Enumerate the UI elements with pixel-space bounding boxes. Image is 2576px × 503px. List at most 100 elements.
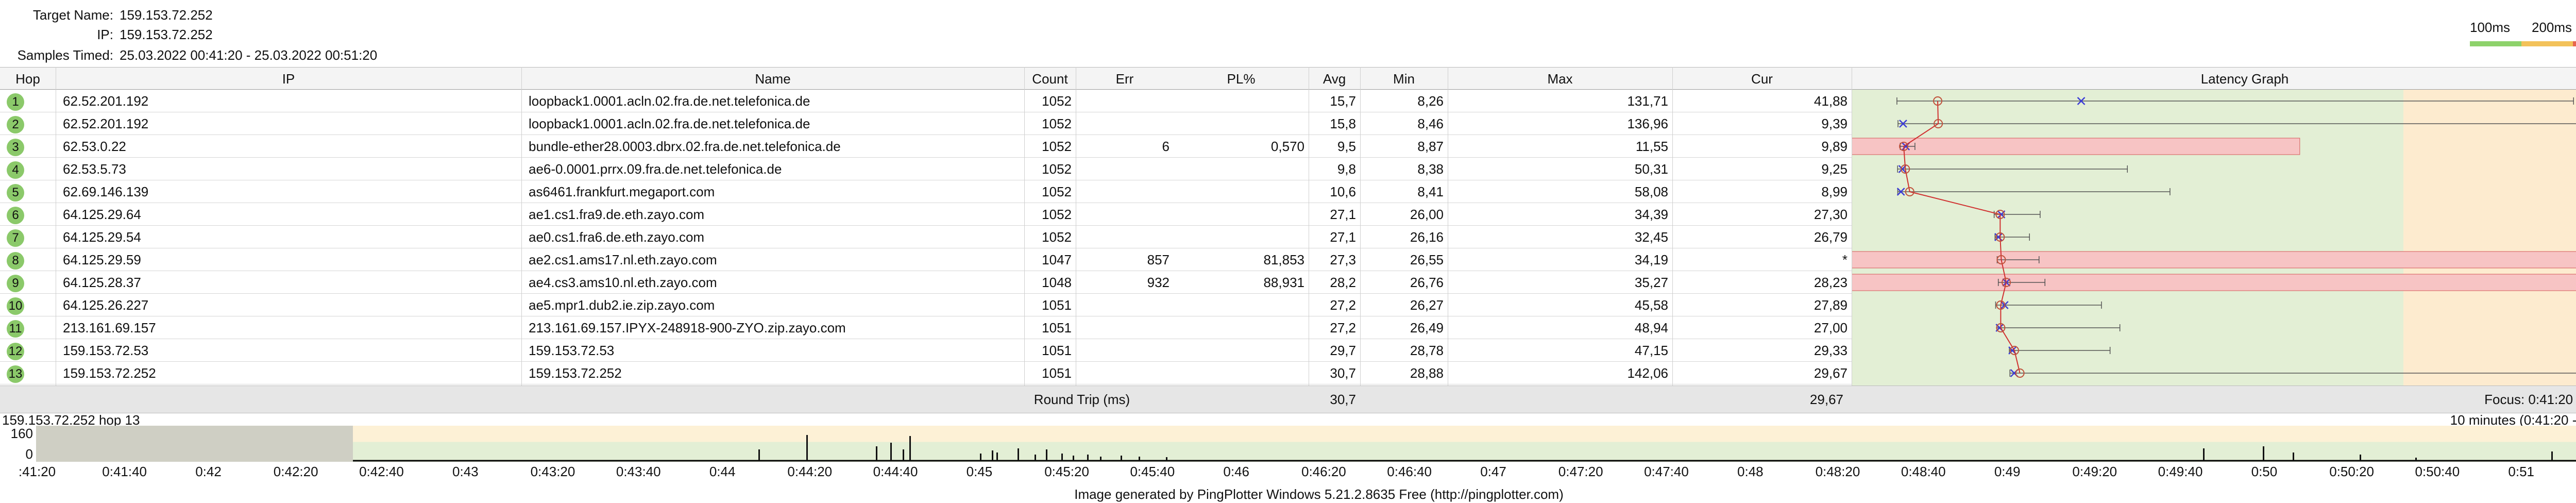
legend-yellow-bar: [2521, 41, 2573, 46]
hop-row[interactable]: 9 64.125.28.37 ae4.cs3.ams10.nl.eth.zayo.c…: [0, 271, 1852, 294]
hop-cur: 9,39: [1821, 116, 1848, 131]
col-avg[interactable]: Avg: [1309, 68, 1360, 90]
hop-badge: 6: [7, 207, 24, 224]
hop-min: 26,16: [1410, 229, 1444, 245]
hop-ip: 159.153.72.53: [63, 343, 149, 358]
col-name[interactable]: Name: [521, 68, 1024, 90]
timeline-tick-label: 0:44: [709, 464, 736, 479]
col-min[interactable]: Min: [1360, 68, 1448, 90]
hop-max: 131,71: [1627, 93, 1668, 109]
hop-avg: 27,1: [1330, 229, 1356, 245]
hop-row[interactable]: 10 64.125.26.227 ae5.mpr1.dub2.ie.zip.zayo…: [0, 294, 1852, 316]
latency-graph-plot: [1852, 96, 2576, 378]
hop-avg: 27,1: [1330, 207, 1356, 222]
round-trip-label: Round Trip (ms): [1033, 392, 1130, 407]
timeline-tick-label: 0:45: [966, 464, 993, 479]
timeline-spike: [1035, 455, 1036, 461]
timeline-tick-label: 0:47:20: [1558, 464, 1603, 479]
timeline-spike: [890, 443, 892, 461]
hop-ip: 62.69.146.139: [63, 184, 149, 199]
col-cur[interactable]: Cur: [1672, 68, 1852, 90]
hop-row[interactable]: 3 62.53.0.22 bundle-ether28.0003.dbrx.02.f…: [0, 135, 1852, 158]
hop-row[interactable]: 11 213.161.69.157 213.161.69.157.IPYX-2489…: [0, 316, 1852, 339]
hop-number: 6: [0, 203, 31, 226]
col-err[interactable]: Err: [1076, 68, 1174, 90]
hop-count: 1047: [1042, 252, 1072, 267]
timeline-graph[interactable]: [36, 426, 2576, 462]
ip-value: 159.153.72.252: [120, 27, 213, 42]
hop-cur: 9,89: [1821, 139, 1848, 154]
hop-avg: 28,2: [1330, 275, 1356, 290]
timeline-tick-label: 0:48:20: [1815, 464, 1860, 479]
col-ip[interactable]: IP: [56, 68, 521, 90]
round-trip-row: Round Trip (ms) 30,7 29,67 Focus: 0:41:2…: [0, 385, 2576, 413]
hop-row[interactable]: 5 62.69.146.139 as6461.frankfurt.megaport.…: [0, 180, 1852, 203]
hop-count: 1051: [1042, 343, 1072, 358]
hop-min: 8,38: [1417, 161, 1444, 177]
hop-row[interactable]: 8 64.125.29.59 ae2.cs1.ams17.nl.eth.zayo.c…: [0, 248, 1852, 271]
col-pl[interactable]: PL%: [1174, 68, 1309, 90]
hop-err: [1076, 203, 1174, 226]
hop-max: 48,94: [1634, 320, 1668, 336]
hop-name: ae4.cs3.ams10.nl.eth.zayo.com: [529, 275, 717, 290]
hop-count: 1051: [1042, 297, 1072, 313]
hop-avg: 9,8: [1337, 161, 1356, 177]
hop-name: loopback1.0001.acln.02.fra.de.net.telefo…: [529, 116, 810, 131]
hop-name: loopback1.0001.acln.02.fra.de.net.telefo…: [529, 93, 810, 109]
timeline-tick-label: 0:51: [2508, 464, 2535, 479]
col-count[interactable]: Count: [1024, 68, 1076, 90]
timeline-tick-label: 0:49:40: [2158, 464, 2203, 479]
hop-count: 1052: [1042, 93, 1072, 109]
timeline-spike: [1139, 457, 1140, 461]
hop-err: [1076, 112, 1174, 135]
timeline-tick-label: 0:44:20: [787, 464, 833, 479]
timeline-spike: [1018, 448, 1019, 461]
hop-min: 28,88: [1410, 365, 1444, 381]
latency-graph[interactable]: [1852, 90, 2576, 385]
samples-label: Samples Timed:: [17, 47, 113, 63]
hop-name: 159.153.72.53: [529, 343, 615, 358]
timeline-panel[interactable]: 159.153.72.252 hop 13 10 minutes (0:41:2…: [0, 412, 2576, 490]
timeline-spike: [1166, 457, 1167, 461]
col-latency-graph[interactable]: Latency Graph: [1852, 68, 2576, 90]
hop-ip: 62.53.5.73: [63, 161, 126, 177]
col-hop[interactable]: Hop: [0, 68, 56, 90]
ip-label: IP:: [97, 27, 113, 42]
col-max[interactable]: Max: [1448, 68, 1672, 90]
hop-pl: 0,570: [1270, 139, 1304, 154]
hop-avg: 30,7: [1330, 365, 1356, 381]
timeline-tick-label: 0:46: [1223, 464, 1250, 479]
hop-row[interactable]: 4 62.53.5.73 ae6-0.0001.prrx.09.fra.de.net…: [0, 158, 1852, 180]
hop-row[interactable]: 6 64.125.29.64 ae1.cs1.fra9.de.eth.zayo.co…: [0, 203, 1852, 226]
timeline-spike: [996, 452, 998, 461]
timeline-spike: [2551, 451, 2553, 461]
timeline-y-min: 0: [25, 446, 33, 462]
hop-avg: 27,2: [1330, 320, 1356, 336]
hop-count: 1052: [1042, 116, 1072, 131]
hop-avg: 15,7: [1330, 93, 1356, 109]
footer-credit: Image generated by PingPlotter Windows 5…: [1074, 487, 1564, 502]
hop-pl: [1174, 203, 1309, 226]
hop-ip: 64.125.26.227: [63, 297, 149, 313]
hop-row[interactable]: 13 159.153.72.252 159.153.72.252 1051 30,7 28…: [0, 362, 1852, 384]
hop-avg: 9,5: [1337, 139, 1356, 154]
hop-pl: [1174, 226, 1309, 248]
hop-badge: 8: [7, 252, 24, 270]
hop-number: 7: [0, 226, 31, 248]
hop-row[interactable]: 7 64.125.29.54 ae0.cs1.fra6.de.eth.zayo.co…: [0, 226, 1852, 248]
hop-row[interactable]: 12 159.153.72.53 159.153.72.53 1051 29,7 28,7…: [0, 339, 1852, 362]
trace-grid[interactable]: Hop IP Name Count Err PL% Avg Min Max Cu…: [0, 67, 2576, 413]
hop-avg: 27,2: [1330, 297, 1356, 313]
hop-ip: 159.153.72.252: [63, 365, 156, 381]
hop-min: 26,55: [1410, 252, 1444, 267]
hop-ip: 64.125.28.37: [63, 275, 141, 290]
hop-row[interactable]: 2 62.52.201.192 loopback1.0001.acln.02.fra…: [0, 112, 1852, 135]
hop-badge: 12: [7, 343, 24, 360]
timeline-tick-label: 0:45:40: [1130, 464, 1175, 479]
hop-pl: [1174, 339, 1309, 362]
hop-name: ae2.cs1.ams17.nl.eth.zayo.com: [529, 252, 717, 267]
hop-row[interactable]: 1 62.52.201.192 loopback1.0001.acln.02.fra…: [0, 90, 1852, 112]
legend-red-bar: [2573, 41, 2576, 46]
hop-err: [1076, 226, 1174, 248]
timeline-spike: [876, 446, 877, 461]
